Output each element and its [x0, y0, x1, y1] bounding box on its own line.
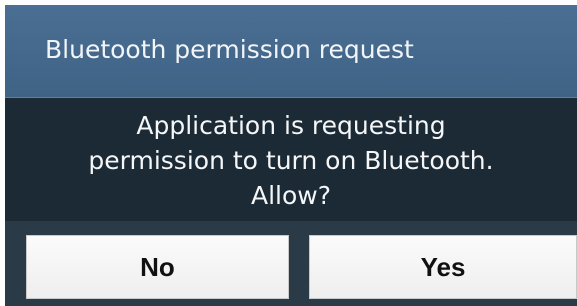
- message-line-3: Allow?: [250, 181, 331, 210]
- dialog-title: Bluetooth permission request: [45, 35, 414, 64]
- bluetooth-permission-dialog: Bluetooth permission request Application…: [5, 5, 577, 306]
- dialog-message: Application is requesting permission to …: [5, 108, 577, 213]
- dialog-button-bar: No Yes: [5, 221, 577, 306]
- message-line-1: Application is requesting: [136, 111, 446, 140]
- yes-button[interactable]: Yes: [309, 235, 577, 299]
- dialog-title-bar: Bluetooth permission request: [5, 5, 577, 98]
- no-button[interactable]: No: [26, 235, 289, 299]
- message-line-2: permission to turn on Bluetooth.: [88, 146, 494, 175]
